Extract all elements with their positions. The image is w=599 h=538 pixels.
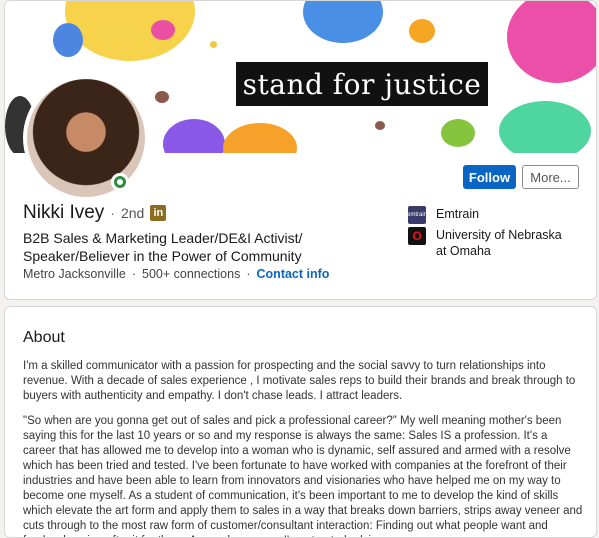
org-name: University of Nebraska at Omaha bbox=[436, 228, 562, 258]
banner-dot-yellow bbox=[210, 41, 217, 48]
org-emtrain[interactable]: emtrain Emtrain bbox=[407, 206, 480, 224]
profile-name: Nikki Ivey bbox=[23, 202, 105, 223]
online-status-icon bbox=[111, 173, 129, 191]
banner-blob-purple bbox=[163, 119, 225, 153]
connections-count[interactable]: 500+ connections bbox=[142, 267, 240, 281]
profile-meta: Metro Jacksonville · 500+ connections · … bbox=[23, 267, 329, 281]
meta-separator: · bbox=[131, 267, 136, 281]
banner-slogan: stand for justice bbox=[236, 62, 488, 106]
emtrain-logo-icon: emtrain bbox=[407, 206, 427, 224]
org-university[interactable]: O University of Nebraska at Omaha bbox=[408, 227, 568, 259]
about-title: About bbox=[23, 329, 65, 346]
banner-dot-brown-2 bbox=[375, 121, 385, 130]
banner-blob-pink bbox=[151, 20, 175, 40]
banner-blob-blue-top bbox=[303, 1, 383, 43]
banner-blob-lime bbox=[441, 119, 475, 147]
banner-blob-orange-bottom bbox=[223, 123, 297, 153]
banner-dot-brown bbox=[155, 91, 169, 103]
banner-blob-magenta bbox=[507, 1, 596, 83]
location: Metro Jacksonville bbox=[23, 267, 126, 281]
about-card: About I'm a skilled communicator with a … bbox=[4, 306, 597, 538]
org-name: Emtrain bbox=[436, 207, 480, 221]
linkedin-premium-icon: in bbox=[150, 205, 167, 221]
contact-info-link[interactable]: Contact info bbox=[257, 267, 330, 281]
name-separator: · bbox=[110, 205, 115, 221]
banner-blob-yellow bbox=[65, 1, 195, 61]
about-paragraph: "So when are you gonna get out of sales … bbox=[23, 415, 583, 537]
banner-blob-green bbox=[499, 101, 591, 153]
about-paragraph: I'm a skilled communicator with a passio… bbox=[23, 360, 576, 402]
profile-headline: B2B Sales & Marketing Leader/DE&I Activi… bbox=[23, 230, 303, 264]
banner-blob-orange bbox=[409, 19, 435, 43]
banner-blob-blue bbox=[53, 23, 83, 57]
meta-separator-2: · bbox=[246, 267, 251, 281]
avatar[interactable] bbox=[23, 75, 149, 201]
name-row: Nikki Ivey · 2nd in bbox=[23, 202, 167, 224]
follow-button[interactable]: Follow bbox=[463, 165, 516, 189]
about-body: I'm a skilled communicator with a passio… bbox=[23, 359, 583, 537]
connection-degree: 2nd bbox=[120, 205, 145, 221]
profile-card: stand for justice Follow More... Nikki I… bbox=[4, 0, 597, 300]
more-button[interactable]: More... bbox=[522, 165, 579, 189]
university-logo-icon: O bbox=[408, 227, 426, 245]
